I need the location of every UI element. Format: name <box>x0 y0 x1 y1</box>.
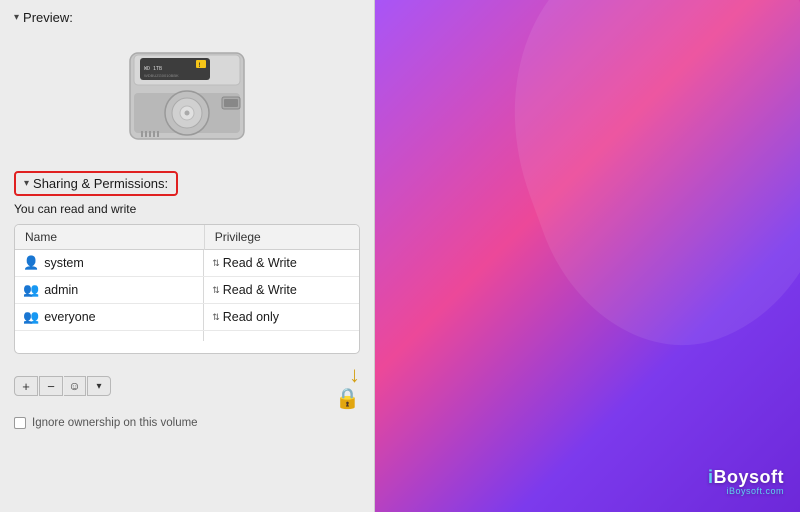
privilege-text: Read & Write <box>223 283 297 297</box>
sharing-chevron[interactable]: ▾ <box>24 178 29 189</box>
svg-text:WD 1TB: WD 1TB <box>144 66 162 72</box>
col-privilege-header: Privilege <box>204 225 359 250</box>
admin-icon: 👥 <box>23 282 39 298</box>
permissions-table: Name Privilege 👤system⇅Read & Write👥admi… <box>15 225 359 353</box>
preview-label: Preview: <box>23 10 73 25</box>
user-name-system: system <box>44 256 84 270</box>
col-name-header: Name <box>15 225 204 250</box>
table-controls: + − ☺ ▾ <box>14 376 111 396</box>
ignore-ownership-label: Ignore ownership on this volume <box>32 417 198 429</box>
empty-row <box>15 331 359 353</box>
arrow-down-icon: ↓ <box>349 362 360 388</box>
sharing-permissions-header[interactable]: ▾ Sharing & Permissions: <box>14 171 178 196</box>
stepper-arrows: ⇅ <box>212 259 220 268</box>
privilege-cell-admin[interactable]: ⇅Read & Write <box>204 277 359 304</box>
user-name-admin: admin <box>44 283 78 297</box>
lock-button[interactable]: 🔒 <box>335 386 360 411</box>
hard-drive-icon: WD 1TB WDBUZG0010BBK ! <box>122 41 252 151</box>
privilege-cell-everyone[interactable]: ⇅Read only <box>204 304 359 331</box>
lock-area: ↓ 🔒 <box>335 362 360 411</box>
read-write-status: You can read and write <box>0 200 374 224</box>
action-button[interactable]: ☺ <box>64 376 86 396</box>
preview-header[interactable]: ▾ Preview: <box>0 0 374 31</box>
stepper-arrows: ⇅ <box>212 313 220 322</box>
svg-text:WDBUZG0010BBK: WDBUZG0010BBK <box>144 73 179 78</box>
table-row[interactable]: 👤 system ⇅Read & Write <box>15 250 359 277</box>
everyone-icon: 👥 <box>23 309 39 325</box>
system-icon: 👤 <box>23 255 39 271</box>
stepper-arrows: ⇅ <box>212 286 220 295</box>
privilege-text: Read only <box>223 310 279 324</box>
watermark-domain: iBoysoft.com <box>708 486 784 496</box>
preview-chevron[interactable]: ▾ <box>14 12 19 23</box>
drive-image-container: WD 1TB WDBUZG0010BBK ! <box>0 31 374 167</box>
ignore-ownership-row: Ignore ownership on this volume <box>0 411 374 439</box>
dropdown-button[interactable]: ▾ <box>87 376 111 396</box>
table-header-row: Name Privilege <box>15 225 359 250</box>
info-window: ▾ Preview: WD 1TB WDBUZG0010BBK ! <box>0 0 375 512</box>
privilege-cell-system[interactable]: ⇅Read & Write <box>204 250 359 277</box>
remove-button[interactable]: − <box>39 376 63 396</box>
wallpaper-background: iBoysoft iBoysoft.com <box>375 0 800 512</box>
ignore-ownership-checkbox[interactable] <box>14 417 26 429</box>
iboysoft-watermark: iBoysoft iBoysoft.com <box>708 467 784 496</box>
bottom-area: + − ☺ ▾ ↓ 🔒 <box>0 354 374 411</box>
add-button[interactable]: + <box>14 376 38 396</box>
table-row[interactable]: 👥 everyone ⇅Read only <box>15 304 359 331</box>
user-name-everyone: everyone <box>44 310 95 324</box>
permissions-table-wrapper: Name Privilege 👤system⇅Read & Write👥admi… <box>14 224 360 354</box>
svg-text:!: ! <box>199 63 201 69</box>
sharing-label: Sharing & Permissions: <box>33 176 168 191</box>
privilege-text: Read & Write <box>223 256 297 270</box>
table-row[interactable]: 👥 admin ⇅Read & Write <box>15 277 359 304</box>
watermark-brand: iBoysoft <box>708 467 784 487</box>
